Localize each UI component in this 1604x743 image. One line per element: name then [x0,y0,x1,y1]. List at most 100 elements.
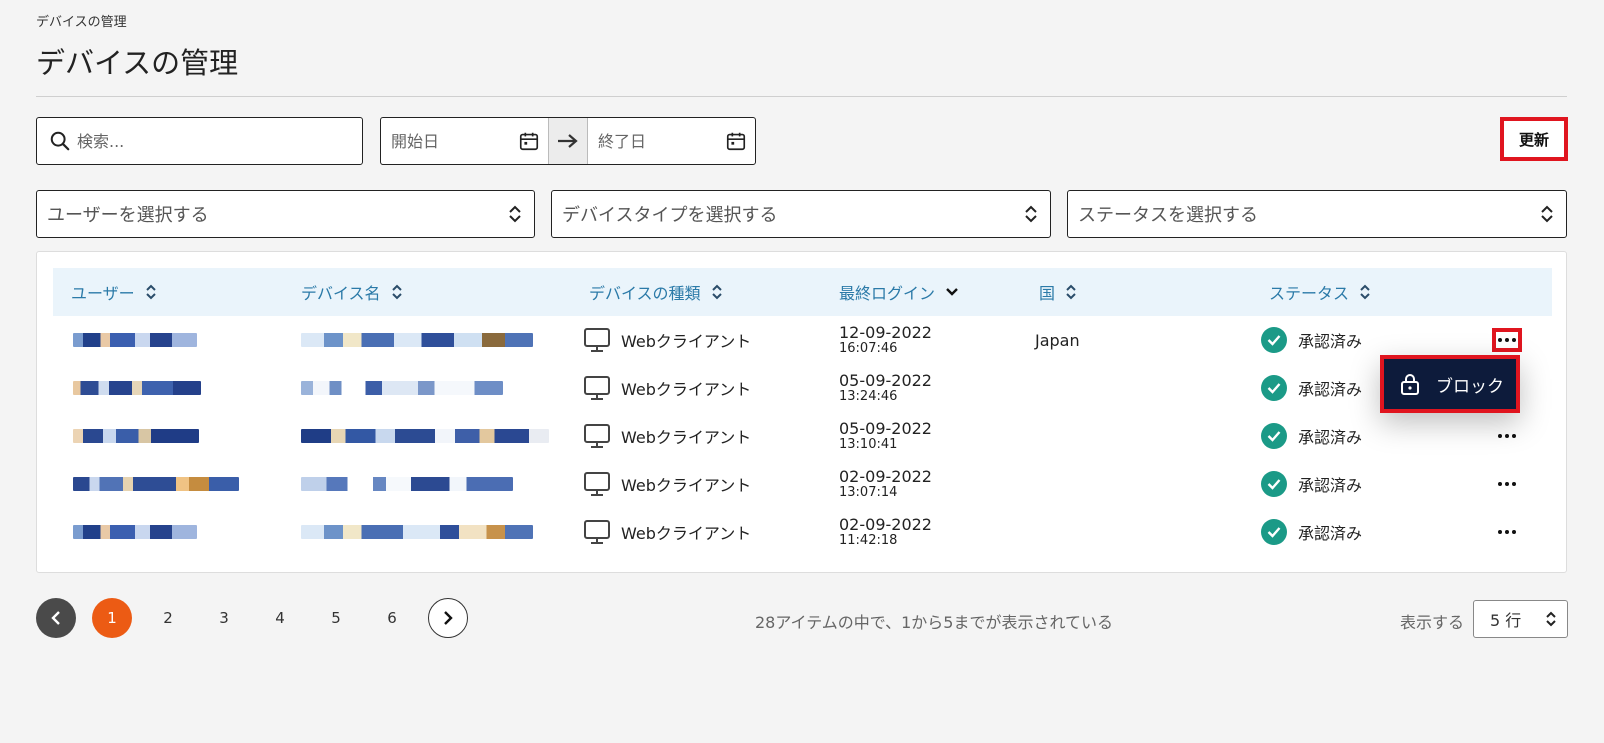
chevron-updown-icon [509,205,521,223]
column-header-label: 国 [1039,284,1056,303]
sort-icon [711,284,722,300]
country-cell: Japan [1035,330,1080,350]
device-type-cell: Webクライアント [583,508,751,556]
column-header-user[interactable]: ユーザー [71,268,157,316]
calendar-icon[interactable] [725,130,747,152]
page-4-button[interactable]: 4 [260,598,300,638]
table-row[interactable]: Webクライアント 02-09-2022 11:42:18 承認済み [53,508,1552,556]
block-menu-item[interactable]: ブロック [1380,355,1520,413]
page-1-button[interactable]: 1 [92,598,132,638]
device-type-label: Webクライアント [621,524,752,543]
sort-icon [1066,284,1076,300]
status-cell: 承認済み [1261,412,1362,460]
redacted-user [73,381,201,395]
title-divider [36,96,1567,97]
redacted-device-name [301,477,513,491]
row-actions-button[interactable] [1492,520,1522,544]
more-icon [1498,530,1516,534]
column-header-device-type[interactable]: デバイスの種類 [589,268,723,316]
rows-per-page-label: 表示する [1400,613,1465,632]
chevron-updown-icon [1546,611,1556,627]
last-login-time: 16:07:46 [839,340,898,356]
refresh-button[interactable]: 更新 [1500,117,1568,161]
next-page-button[interactable] [428,598,468,638]
start-date-field[interactable] [381,118,548,164]
device-type-label: Webクライアント [621,380,752,399]
more-icon [1498,434,1516,438]
status-label: 承認済み [1298,332,1363,351]
search-box[interactable] [36,117,363,165]
table-row[interactable]: Webクライアント 12-09-2022 16:07:46 Japan 承認済み [53,316,1552,364]
start-date-input[interactable] [391,131,511,151]
device-type-cell: Webクライアント [583,316,751,364]
status-cell: 承認済み [1261,460,1362,508]
column-header-status[interactable]: ステータス [1269,268,1371,316]
check-circle-icon [1261,519,1287,545]
check-circle-icon [1261,375,1287,401]
check-circle-icon [1261,423,1287,449]
sort-icon [391,284,402,300]
column-header-label: デバイスの種類 [589,284,701,303]
chevron-updown-icon [1541,205,1553,223]
page-6-button[interactable]: 6 [372,598,412,638]
table-row[interactable]: Webクライアント 05-09-2022 13:10:41 承認済み [53,412,1552,460]
device-name-cell [301,508,533,556]
end-date-input[interactable] [598,131,718,151]
last-login-cell: 05-09-2022 13:10:41 [839,412,932,460]
column-header-label: ユーザー [71,284,135,303]
table-row[interactable]: Webクライアント 02-09-2022 13:07:14 承認済み [53,460,1552,508]
status-label: 承認済み [1298,524,1363,543]
end-date-field[interactable] [588,118,755,164]
prev-page-button[interactable] [36,598,76,638]
calendar-icon[interactable] [518,130,540,152]
table-row[interactable]: Webクライアント 05-09-2022 13:24:46 承認済み [53,364,1552,412]
monitor-icon [584,424,610,448]
sort-icon [1360,284,1370,300]
device-type-cell: Webクライアント [583,412,751,460]
row-actions-button[interactable] [1492,328,1522,352]
last-login-cell: 02-09-2022 13:07:14 [839,460,932,508]
device-type-label: Webクライアント [621,332,752,351]
user-select[interactable]: ユーザーを選択する [36,190,535,238]
last-login-cell: 05-09-2022 13:24:46 [839,364,932,412]
pagination-summary: 28アイテムの中で、1から5までが表示されている [755,613,1113,632]
chevron-left-icon [51,611,60,625]
page-5-button[interactable]: 5 [316,598,356,638]
column-header-last-login[interactable]: 最終ログイン [839,268,959,316]
redacted-user [73,477,239,491]
status-select[interactable]: ステータスを選択する [1067,190,1567,238]
search-input[interactable] [77,131,337,151]
last-login-date: 05-09-2022 [839,370,932,390]
row-actions-button[interactable] [1492,424,1522,448]
row-actions-button[interactable] [1492,472,1522,496]
sort-icon [145,284,156,300]
user-cell [73,316,197,364]
last-login-time: 13:07:14 [839,484,898,500]
page-title: デバイスの管理 [36,46,239,80]
more-icon [1498,482,1516,486]
rows-per-page-select[interactable]: 5 行 [1473,600,1568,638]
breadcrumb: デバイスの管理 [36,15,127,30]
page-3-button[interactable]: 3 [204,598,244,638]
status-label: 承認済み [1298,476,1363,495]
chevron-updown-icon [1025,205,1037,223]
rows-per-page-value: 5 行 [1490,611,1522,630]
user-cell [73,508,197,556]
redacted-device-name [301,381,503,395]
arrow-right-icon [548,118,588,164]
column-header-device-name[interactable]: デバイス名 [301,268,403,316]
column-header-label: 最終ログイン [839,284,936,303]
last-login-time: 13:24:46 [839,388,898,404]
check-circle-icon [1261,471,1287,497]
sort-desc-icon [946,288,958,296]
device-table: ユーザー デバイス名 デバイスの種類 最終ログイン 国 ステータス Webクライ… [36,251,1567,573]
last-login-time: 13:10:41 [839,436,898,452]
redacted-user [73,333,197,347]
status-select-label: ステータスを選択する [1078,205,1258,226]
column-header-country[interactable]: 国 [1039,268,1077,316]
search-icon [50,131,70,151]
device-type-select[interactable]: デバイスタイプを選択する [551,190,1051,238]
page-2-button[interactable]: 2 [148,598,188,638]
date-range-picker[interactable] [380,117,756,165]
redacted-device-name [301,525,533,539]
